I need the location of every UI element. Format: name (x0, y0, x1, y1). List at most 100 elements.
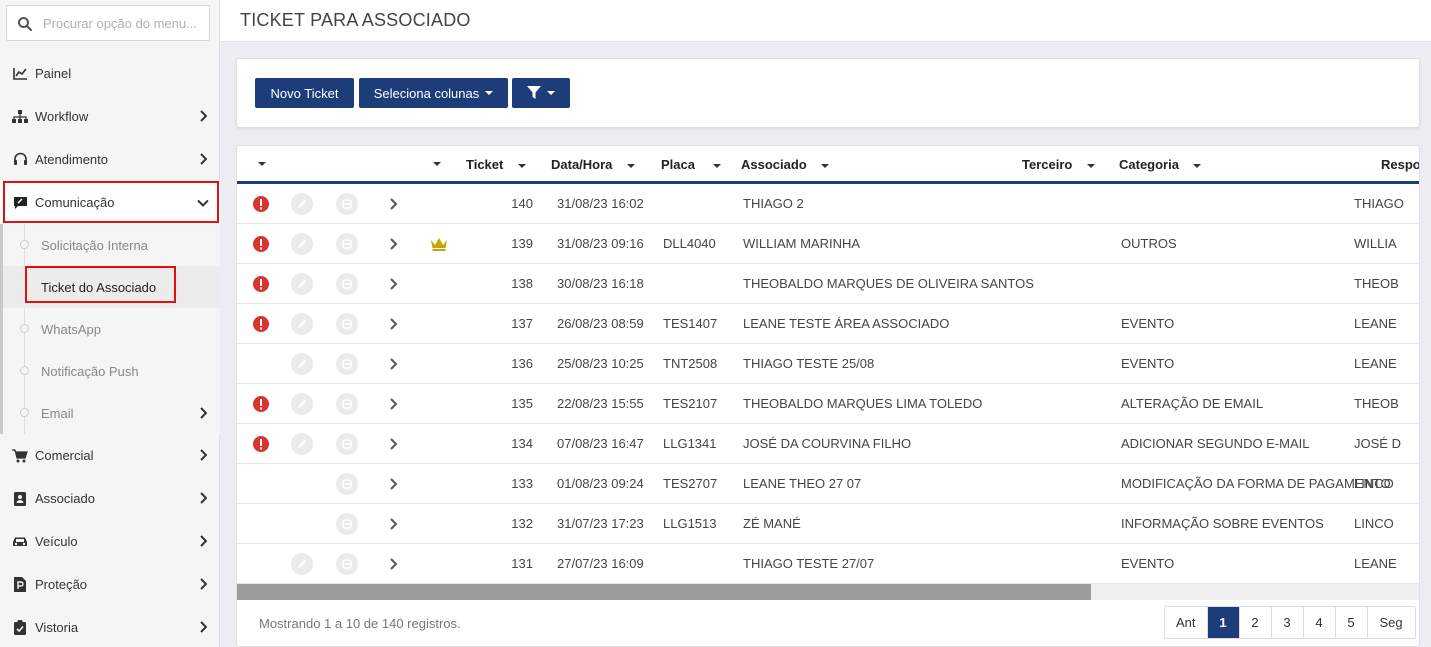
sidebar-item-comercial[interactable]: Comercial (0, 434, 220, 477)
cell-ticket: 134 (511, 436, 533, 451)
chevron-right-icon[interactable] (388, 358, 398, 370)
filter-button[interactable] (512, 78, 570, 108)
edit-icon[interactable] (291, 273, 313, 295)
column-header-third[interactable]: Terceiro (1022, 157, 1095, 172)
new-ticket-button[interactable]: Novo Ticket (255, 78, 354, 108)
sidebar-menu: Painel Workflow Atendimento Comunicação … (0, 52, 220, 647)
ticket-status-icon[interactable] (336, 313, 358, 335)
chevron-right-icon[interactable] (388, 318, 398, 330)
edit-icon[interactable] (291, 393, 313, 415)
column-header-date[interactable]: Data/Hora (551, 157, 635, 172)
pagination-page-2[interactable]: 2 (1239, 607, 1272, 638)
table-row[interactable]: 138 30/08/23 16:18 THEOBALDO MARQUES DE OL… (237, 264, 1419, 304)
alert-icon (253, 316, 269, 332)
sidebar-item-label: Comunicação (35, 195, 115, 210)
ticket-status-icon[interactable] (336, 393, 358, 415)
chevron-right-icon[interactable] (388, 478, 398, 490)
sort-caret-icon (1086, 163, 1095, 168)
edit-icon[interactable] (291, 353, 313, 375)
cart-icon (12, 448, 28, 464)
chevron-right-icon[interactable] (388, 238, 398, 250)
chevron-right-icon[interactable] (388, 518, 398, 530)
sidebar-item-vistoria[interactable]: Vistoria (0, 606, 220, 647)
sidebar-item-comunicacao[interactable]: Comunicação (0, 181, 220, 224)
submenu-item-ticket-associado[interactable]: Ticket do Associado (3, 266, 220, 308)
cell-date: 27/07/23 16:09 (557, 556, 644, 571)
chevron-right-icon (200, 621, 207, 633)
pagination-page-5[interactable]: 5 (1335, 607, 1368, 638)
edit-icon[interactable] (291, 433, 313, 455)
horizontal-scrollbar[interactable] (237, 584, 1419, 600)
pagination-page-3[interactable]: 3 (1271, 607, 1304, 638)
menu-search-box[interactable] (6, 5, 210, 41)
cell-category: EVENTO (1121, 316, 1175, 331)
ticket-status-icon[interactable] (336, 193, 358, 215)
pagination-prev[interactable]: Ant (1165, 607, 1208, 638)
column-header-label: Respo (1381, 157, 1420, 172)
chevron-right-icon[interactable] (388, 398, 398, 410)
bulk-actions-caret-icon[interactable] (258, 162, 266, 166)
submenu-item-whatsapp[interactable]: WhatsApp (3, 308, 220, 350)
column-header-responsible[interactable]: Respo (1381, 157, 1420, 172)
pagination-page-4[interactable]: 4 (1303, 607, 1336, 638)
cell-plate: TNT2508 (663, 356, 718, 371)
chevron-right-icon[interactable] (388, 558, 398, 570)
ticket-status-icon[interactable] (336, 553, 358, 575)
ticket-status-icon[interactable] (336, 513, 358, 535)
sidebar-item-painel[interactable]: Painel (0, 52, 220, 95)
cell-ticket: 140 (511, 196, 533, 211)
table-row[interactable]: 136 25/08/23 10:25 TNT2508 THIAGO TESTE 25/… (237, 344, 1419, 384)
submenu-item-notificacao-push[interactable]: Notificação Push (3, 350, 220, 392)
bullet-icon (20, 240, 29, 249)
table-row[interactable]: 139 31/08/23 09:16 DLL4040 WILLIAM MARINHA O… (237, 224, 1419, 264)
scrollbar-thumb[interactable] (237, 584, 1091, 600)
sidebar-item-protecao[interactable]: Proteção (0, 563, 220, 606)
submenu-item-solicitacao-interna[interactable]: Solicitação Interna (3, 224, 220, 266)
edit-icon[interactable] (291, 233, 313, 255)
ticket-status-icon[interactable] (336, 473, 358, 495)
chevron-right-icon (200, 492, 207, 504)
column-header-category[interactable]: Categoria (1119, 157, 1202, 172)
ticket-status-icon[interactable] (336, 433, 358, 455)
sidebar-item-atendimento[interactable]: Atendimento (0, 138, 220, 181)
table-row[interactable]: 135 22/08/23 15:55 TES2107 THEOBALDO MARQUE… (237, 384, 1419, 424)
sidebar-item-label: Workflow (35, 109, 89, 124)
pagination-next[interactable]: Seg (1367, 607, 1415, 638)
sort-caret-icon (821, 163, 830, 168)
submenu-item-email[interactable]: Email (3, 392, 220, 434)
table-row[interactable]: 131 27/07/23 16:09 THIAGO TESTE 27/07 EVENT… (237, 544, 1419, 584)
table-row[interactable]: 137 26/08/23 08:59 TES1407 LEANE TESTE ÁREA… (237, 304, 1419, 344)
cell-member: THEOBALDO MARQUES DE OLIVEIRA SANTOS (743, 276, 1034, 291)
ticket-status-icon[interactable] (336, 273, 358, 295)
column-header-plate[interactable]: Placa (661, 157, 722, 172)
column-menu-caret-icon[interactable] (433, 162, 441, 166)
sort-caret-icon (1193, 163, 1202, 168)
column-header-member[interactable]: Associado (741, 157, 830, 172)
table-row[interactable]: 140 31/08/23 16:02 THIAGO 2 THIAGO (237, 184, 1419, 224)
sidebar-item-workflow[interactable]: Workflow (0, 95, 220, 138)
edit-icon[interactable] (291, 553, 313, 575)
cell-responsible: LEANE (1354, 356, 1397, 371)
cell-date: 30/08/23 16:18 (557, 276, 644, 291)
column-header-ticket[interactable]: Ticket (466, 157, 526, 172)
pagination-page-1[interactable]: 1 (1207, 607, 1240, 638)
sort-caret-icon (517, 163, 526, 168)
edit-icon[interactable] (291, 313, 313, 335)
submenu-item-label: Ticket do Associado (41, 279, 157, 295)
table-row[interactable]: 133 01/08/23 09:24 TES2707 LEANE THEO 27 07… (237, 464, 1419, 504)
menu-search-input[interactable] (43, 6, 203, 40)
table-row[interactable]: 134 07/08/23 16:47 LLG1341 JOSÉ DA COURVINA… (237, 424, 1419, 464)
chevron-right-icon[interactable] (388, 198, 398, 210)
table-row[interactable]: 132 31/07/23 17:23 LLG1513 ZÉ MANÉ INFORMAÇÃ… (237, 504, 1419, 544)
sidebar-item-veiculo[interactable]: Veículo (0, 520, 220, 563)
ticket-status-icon[interactable] (336, 353, 358, 375)
edit-icon[interactable] (291, 193, 313, 215)
ticket-status-icon[interactable] (336, 233, 358, 255)
column-header-label: Placa (661, 157, 695, 172)
cell-ticket: 135 (511, 396, 533, 411)
sidebar-item-associado[interactable]: Associado (0, 477, 220, 520)
select-columns-button[interactable]: Seleciona colunas (359, 78, 508, 108)
chevron-right-icon[interactable] (388, 278, 398, 290)
chevron-right-icon[interactable] (388, 438, 398, 450)
cell-responsible: LEANE (1354, 556, 1397, 571)
